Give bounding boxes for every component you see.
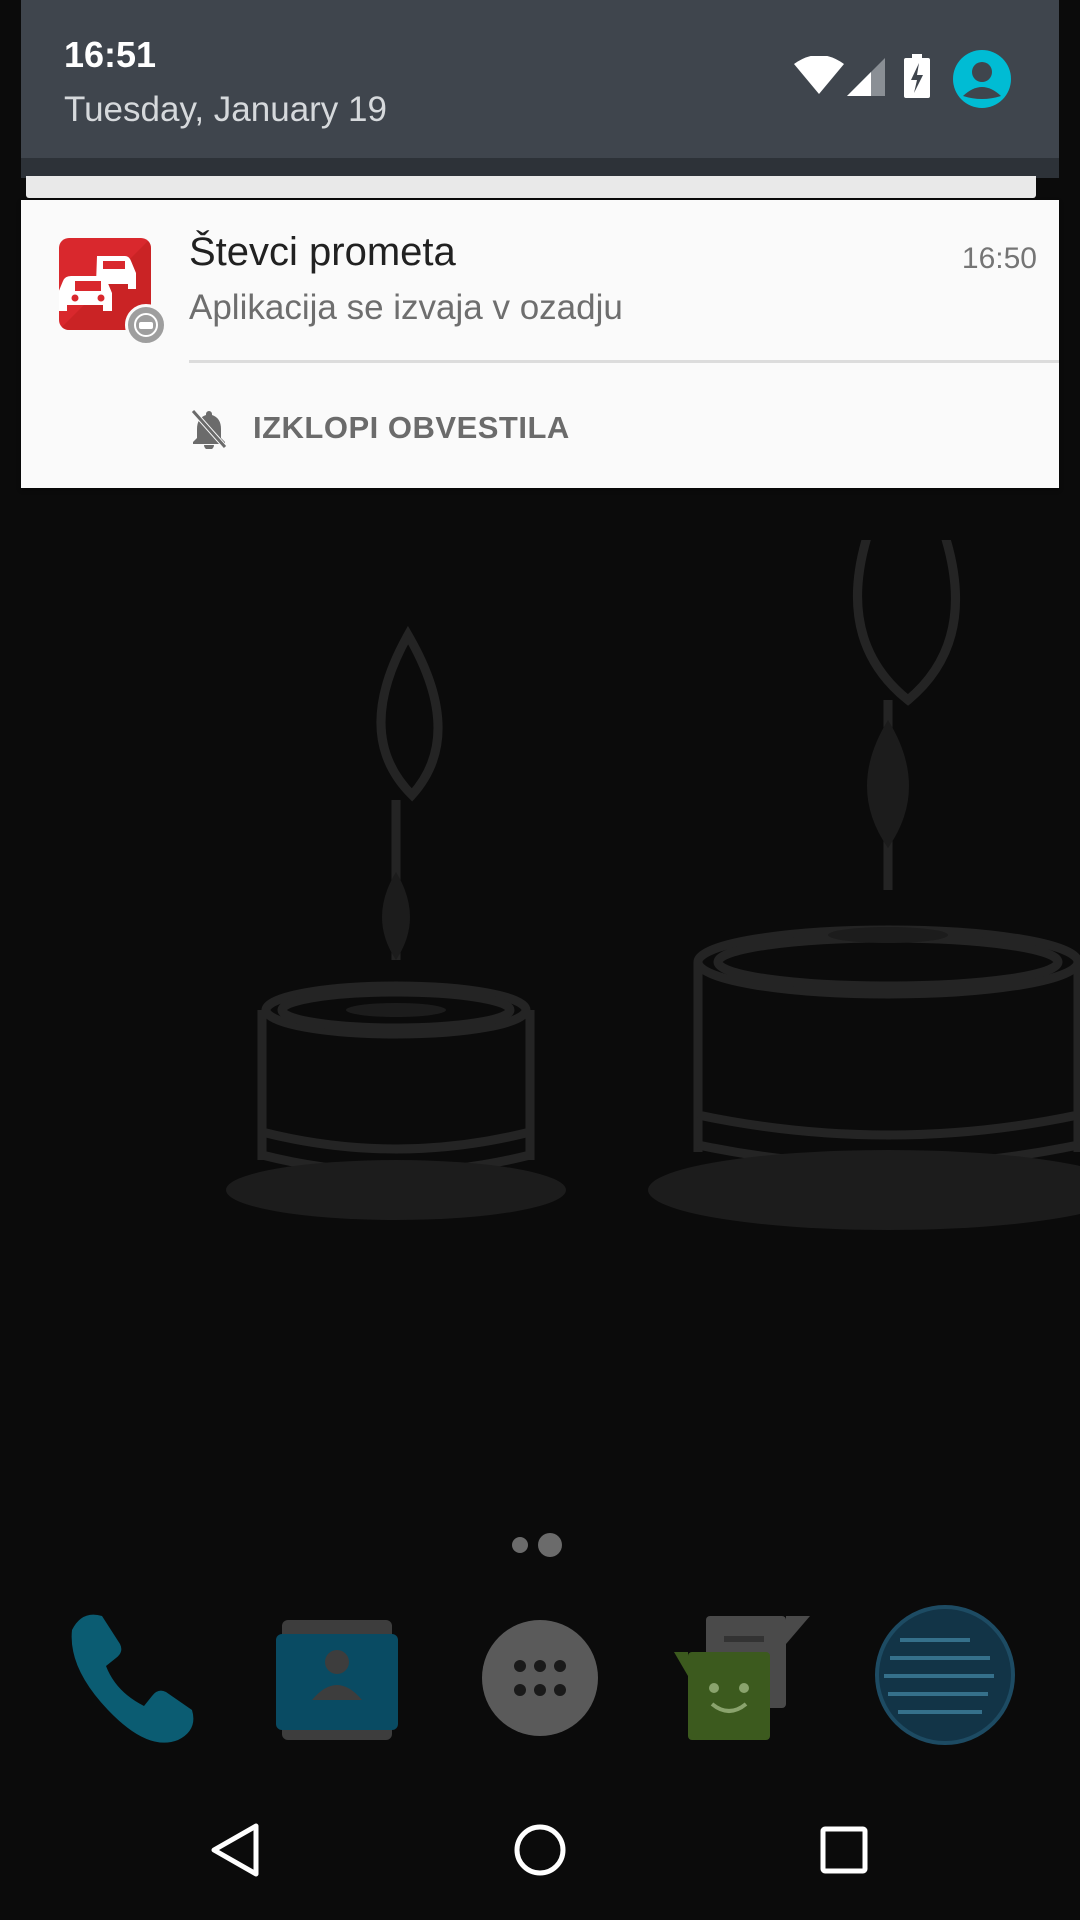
app-drawer-icon xyxy=(482,1620,598,1736)
notification-text: Aplikacija se izvaja v ozadju xyxy=(189,288,623,327)
cell-signal-icon xyxy=(847,58,885,96)
clock-time: 16:51 xyxy=(64,34,157,75)
candles-wallpaper xyxy=(226,540,1080,1230)
clock-date[interactable]: Tuesday, January 19 xyxy=(64,90,387,130)
app-drawer[interactable] xyxy=(465,1600,615,1750)
notification-card[interactable]: Števci prometa 16:50 Aplikacija se izvaj… xyxy=(21,200,1059,488)
phone-app[interactable] xyxy=(58,1600,208,1750)
navigation-bar xyxy=(0,1780,1080,1920)
home-icon xyxy=(514,1824,566,1876)
browser-icon xyxy=(875,1605,1015,1745)
notification-time: 16:50 xyxy=(961,242,1037,275)
page-dot-active xyxy=(538,1533,562,1557)
notification-divider xyxy=(189,360,1059,363)
car-badge-icon xyxy=(125,304,167,346)
recents-button[interactable] xyxy=(774,1780,914,1920)
battery-charging-icon xyxy=(904,54,930,98)
notification-shade-header: 16:51 Tuesday, January 19 xyxy=(21,0,1059,158)
user-avatar-icon[interactable] xyxy=(953,50,1011,108)
peeking-notification xyxy=(26,176,1036,198)
recents-icon xyxy=(820,1826,868,1874)
contacts-app[interactable] xyxy=(262,1600,412,1750)
header-shadow-strip xyxy=(21,158,1059,178)
browser-app[interactable] xyxy=(870,1600,1020,1750)
messenger-icon xyxy=(674,1616,810,1740)
back-icon xyxy=(211,1823,259,1877)
disable-notifications-label: IZKLOPI OBVESTILA xyxy=(253,410,570,445)
phone-icon xyxy=(71,1614,194,1743)
messenger-app[interactable] xyxy=(668,1600,818,1750)
disable-notifications-button[interactable]: IZKLOPI OBVESTILA xyxy=(189,398,609,458)
back-button[interactable] xyxy=(166,1780,306,1920)
page-dot xyxy=(512,1537,528,1553)
notification-title: Števci prometa xyxy=(189,230,456,274)
wifi-icon xyxy=(794,56,844,94)
bell-off-icon xyxy=(191,409,227,449)
home-button[interactable] xyxy=(470,1780,610,1920)
app-dock xyxy=(0,1600,1080,1760)
contacts-icon xyxy=(276,1620,398,1740)
page-indicator xyxy=(512,1533,572,1557)
